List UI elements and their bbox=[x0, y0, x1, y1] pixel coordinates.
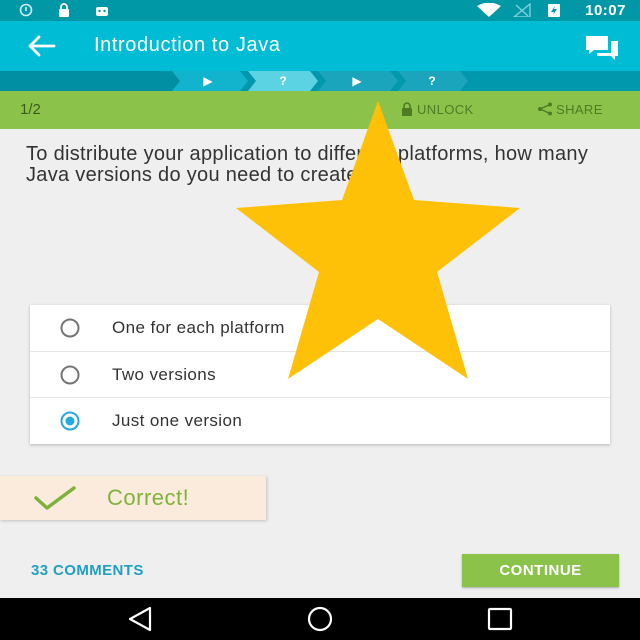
progress-track bbox=[0, 71, 468, 91]
answer-option[interactable]: Just one version bbox=[30, 397, 610, 443]
no-signal-icon bbox=[512, 3, 531, 17]
radio-unchecked-icon[interactable] bbox=[55, 318, 85, 338]
nav-recents-icon[interactable] bbox=[483, 606, 517, 632]
navigation-bar bbox=[0, 598, 640, 640]
android-icon bbox=[96, 7, 108, 16]
answer-label: Just one version bbox=[112, 411, 243, 430]
share-button[interactable]: SHARE bbox=[537, 102, 603, 117]
progress-step-quiz[interactable]: ? bbox=[420, 71, 444, 91]
lock-icon bbox=[59, 3, 69, 17]
chat-icon[interactable] bbox=[584, 33, 620, 61]
page-title: Introduction to Java bbox=[94, 34, 281, 56]
progress-step-lesson[interactable]: ▶ bbox=[196, 71, 220, 91]
arrow-back-icon[interactable] bbox=[26, 33, 58, 59]
nav-back-icon[interactable] bbox=[124, 606, 158, 632]
battery-icon bbox=[548, 4, 560, 17]
app-bar: Introduction to Java bbox=[0, 21, 640, 71]
star-icon bbox=[236, 101, 520, 379]
answer-label: Two versions bbox=[112, 365, 217, 384]
nav-home-icon[interactable] bbox=[303, 606, 337, 632]
result-text: Correct! bbox=[107, 485, 190, 510]
progress-step-quiz[interactable]: ? bbox=[271, 71, 295, 91]
checkmark-icon bbox=[34, 486, 76, 510]
page-counter: 1/2 bbox=[20, 101, 41, 118]
share-label: SHARE bbox=[556, 102, 603, 117]
progress-step-lesson[interactable]: ▶ bbox=[345, 71, 369, 91]
progress-strip: ▶ ? ▶ ? bbox=[0, 71, 640, 91]
status-time: 10:07 bbox=[585, 2, 626, 19]
wifi-icon bbox=[477, 3, 501, 17]
sync-icon bbox=[19, 3, 33, 17]
continue-button[interactable]: CONTINUE bbox=[462, 554, 619, 587]
result-banner: Correct! bbox=[0, 476, 266, 520]
radio-unchecked-icon[interactable] bbox=[55, 365, 85, 385]
comments-link[interactable]: 33 COMMENTS bbox=[31, 562, 144, 579]
status-bar: 10:07 bbox=[0, 0, 640, 21]
radio-checked-icon[interactable] bbox=[55, 411, 85, 431]
share-icon bbox=[538, 102, 552, 116]
